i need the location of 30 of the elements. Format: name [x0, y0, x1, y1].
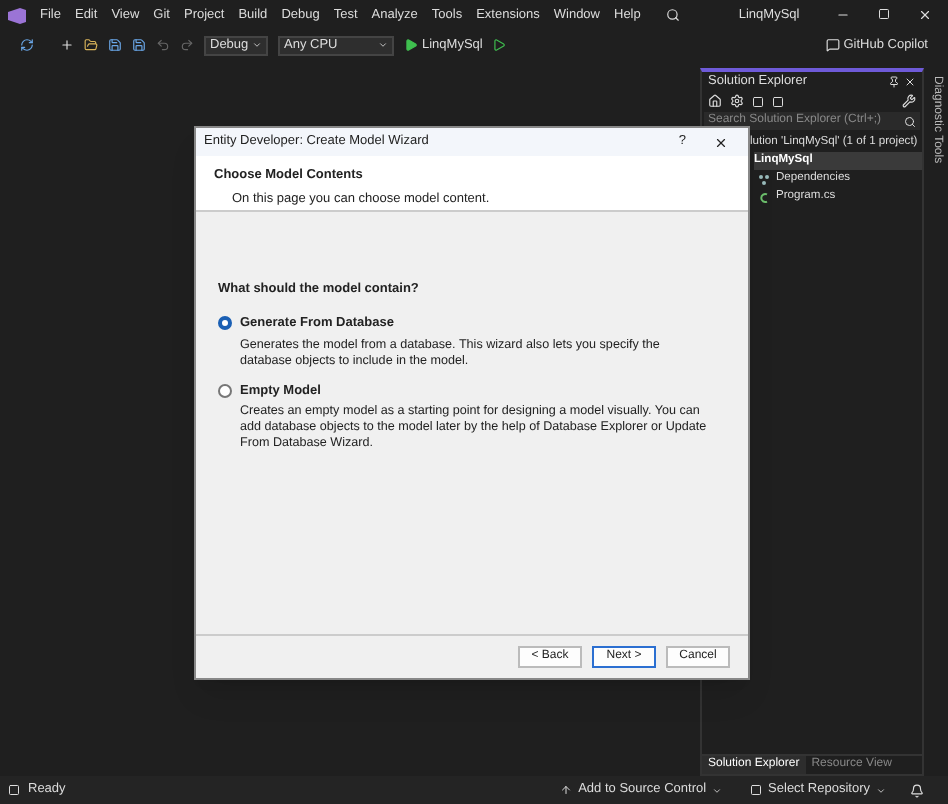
search-icon[interactable]	[666, 8, 681, 22]
chat-icon	[825, 38, 840, 52]
folder-icon[interactable]	[84, 38, 98, 52]
wrench-icon[interactable]	[902, 94, 916, 108]
play-icon	[404, 38, 418, 52]
dependencies-icon	[758, 173, 770, 185]
pin-icon[interactable]	[888, 75, 900, 87]
chevron-down-icon	[378, 40, 388, 50]
search-icon	[904, 115, 916, 127]
save-icon[interactable]	[108, 38, 122, 52]
home-icon[interactable]	[708, 94, 722, 108]
notification-icon[interactable]	[910, 783, 924, 797]
chevron-down-icon	[252, 40, 262, 50]
save-all-icon[interactable]	[132, 38, 146, 52]
chevron-down-icon	[712, 785, 723, 795]
status-icon	[8, 784, 20, 796]
redo-icon[interactable]	[180, 38, 194, 52]
new-item-icon[interactable]	[60, 38, 74, 52]
close-icon[interactable]	[714, 135, 728, 149]
radio-button[interactable]	[218, 316, 232, 331]
maximize-icon[interactable]	[878, 8, 890, 20]
close-panel-icon[interactable]	[904, 75, 916, 87]
code-file-icon	[758, 191, 770, 203]
minimize-icon[interactable]	[836, 8, 850, 22]
arrow-up-icon	[560, 784, 573, 796]
undo-icon[interactable]	[156, 38, 170, 52]
run-without-debugging-icon[interactable]	[492, 38, 507, 52]
radio-button[interactable]	[218, 383, 232, 398]
app-logo-icon	[8, 7, 26, 23]
chevron-down-icon	[876, 785, 886, 795]
